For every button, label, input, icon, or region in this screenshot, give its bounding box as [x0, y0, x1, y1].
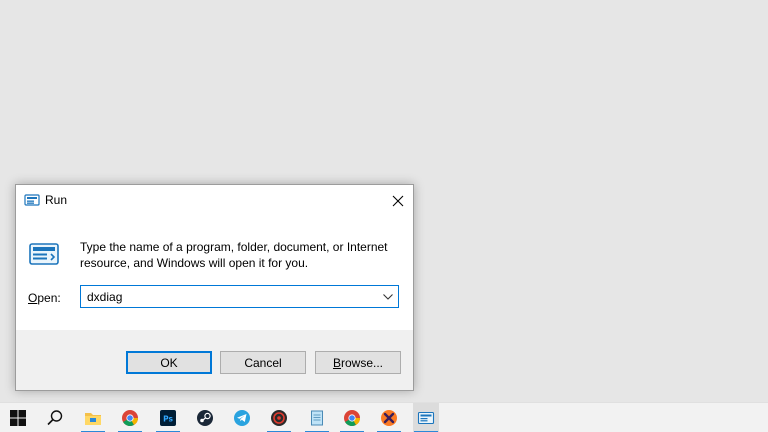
taskbar-file-explorer[interactable] [80, 403, 106, 432]
taskbar-xampp[interactable] [376, 403, 402, 432]
dialog-footer: OK Cancel Browse... [16, 330, 413, 390]
ok-button[interactable]: OK [126, 351, 212, 374]
taskbar: Ps [0, 402, 768, 432]
media-player-icon [271, 410, 287, 426]
windows-start-icon [10, 410, 26, 426]
browse-text: rowse... [341, 355, 384, 370]
run-dialog: Run Type the name of a program, folder, … [15, 184, 414, 391]
telegram-icon [234, 410, 250, 426]
dialog-message: Type the name of a program, folder, docu… [80, 240, 388, 270]
run-program-icon [29, 243, 59, 265]
taskbar-telegram[interactable] [229, 403, 255, 432]
open-input[interactable] [81, 286, 378, 307]
start-button[interactable] [5, 403, 31, 432]
browse-button[interactable]: Browse... [315, 351, 401, 374]
close-icon [392, 195, 404, 206]
close-button[interactable] [383, 185, 413, 216]
open-label-accelerator: O [28, 291, 38, 305]
notepad-icon [311, 410, 323, 426]
taskbar-chrome-2[interactable] [339, 403, 365, 432]
run-app-icon [417, 411, 435, 425]
open-label: Open: [28, 291, 61, 305]
open-combobox[interactable] [80, 285, 399, 308]
chevron-down-icon [383, 293, 393, 300]
search-button[interactable] [42, 403, 68, 432]
cancel-button[interactable]: Cancel [220, 351, 306, 374]
steam-icon [197, 410, 213, 426]
dropdown-button[interactable] [378, 286, 398, 307]
file-explorer-icon [85, 413, 101, 425]
taskbar-steam[interactable] [192, 403, 218, 432]
taskbar-run-dialog[interactable] [413, 403, 439, 432]
taskbar-notepad[interactable] [304, 403, 330, 432]
taskbar-media-player[interactable] [266, 403, 292, 432]
xampp-icon [381, 410, 397, 426]
photoshop-icon: Ps [160, 410, 176, 426]
run-icon [24, 194, 40, 206]
chrome-icon [344, 410, 360, 426]
search-icon [47, 410, 63, 426]
dialog-title: Run [45, 193, 68, 207]
chrome-icon [122, 410, 138, 426]
photoshop-label: Ps [163, 415, 173, 424]
taskbar-photoshop[interactable]: Ps [155, 403, 181, 432]
browse-accelerator: B [332, 355, 341, 370]
title-bar[interactable]: Run [16, 185, 413, 216]
taskbar-chrome[interactable] [117, 403, 143, 432]
open-label-text: pen: [37, 291, 61, 305]
